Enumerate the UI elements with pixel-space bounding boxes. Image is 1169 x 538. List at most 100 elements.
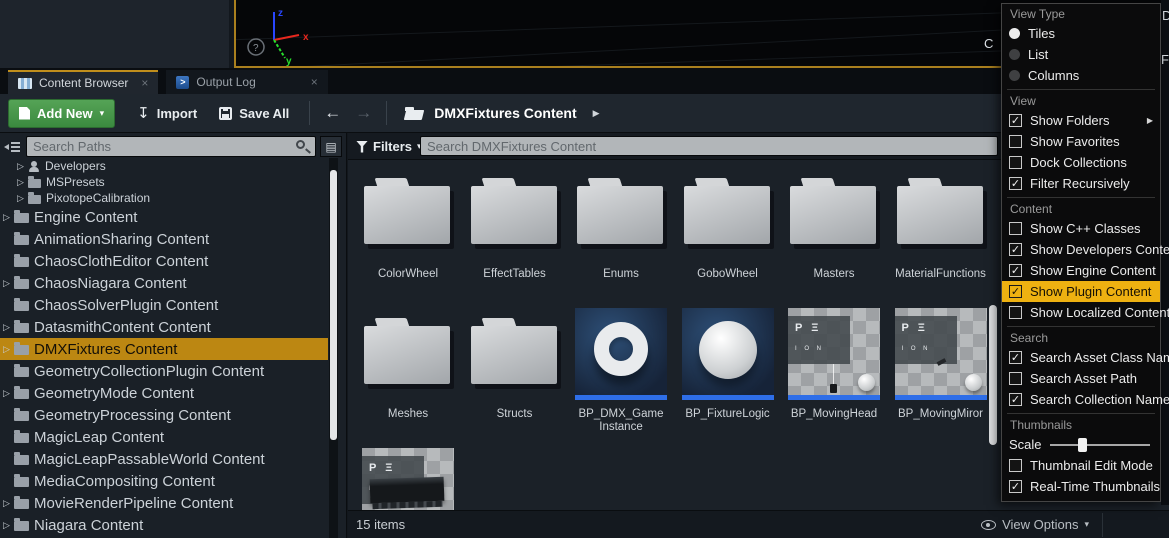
- expand-arrow-icon[interactable]: ▷: [17, 177, 28, 188]
- slider-thumb[interactable]: [1078, 438, 1087, 452]
- tree-item-label: GeometryMode Content: [34, 385, 194, 402]
- tree-item-developers[interactable]: ▷Developers: [0, 158, 328, 174]
- expand-arrow-icon[interactable]: ▷: [3, 278, 14, 289]
- slider-track[interactable]: [1050, 444, 1150, 446]
- tree-item-label: ChaosClothEditor Content: [34, 253, 208, 270]
- folder-icon: [14, 213, 29, 223]
- checkbox-icon[interactable]: [1009, 306, 1022, 319]
- open-folder-icon: [405, 107, 424, 120]
- expand-arrow-icon[interactable]: ▷: [17, 161, 28, 172]
- expand-arrow-icon[interactable]: ▷: [3, 520, 14, 531]
- radio-selected-icon[interactable]: [1009, 28, 1020, 39]
- menu-item-filter-recursively[interactable]: ✓Filter Recursively: [1002, 173, 1160, 194]
- menu-item-show-localized-content[interactable]: Show Localized Content: [1002, 302, 1160, 323]
- checkbox-icon[interactable]: [1009, 156, 1022, 169]
- history-forward-button[interactable]: →: [355, 103, 372, 123]
- tree-item-label: DatasmithContent Content: [34, 319, 211, 336]
- menu-item-dock-collections[interactable]: Dock Collections: [1002, 152, 1160, 173]
- checkbox-checked-icon[interactable]: ✓: [1009, 393, 1022, 406]
- tree-item-mediacompositing-content[interactable]: ▷MediaCompositing Content: [0, 470, 328, 492]
- menu-slider-scale[interactable]: Scale: [1002, 434, 1160, 455]
- import-icon: ↧: [137, 106, 150, 121]
- checkbox-icon[interactable]: [1009, 135, 1022, 148]
- asset-scrollbar-thumb[interactable]: [989, 305, 997, 445]
- tree-item-geometrycollectionplugin-content[interactable]: ▷GeometryCollectionPlugin Content: [0, 360, 328, 382]
- expand-arrow-icon[interactable]: ▷: [3, 322, 14, 333]
- tree-scrollbar[interactable]: [329, 158, 338, 538]
- tree-item-dmxfixtures-content[interactable]: ▷DMXFixtures Content: [0, 338, 328, 360]
- asset-label: MaterialFunctions: [884, 268, 998, 281]
- breadcrumb-arrow-icon[interactable]: ▶: [593, 108, 600, 119]
- expand-arrow-icon[interactable]: ▷: [17, 193, 28, 204]
- expand-arrow-icon[interactable]: ▷: [3, 498, 14, 509]
- search-assets-input[interactable]: [420, 136, 998, 156]
- toolbar-divider: [309, 101, 310, 125]
- menu-item-show-folders[interactable]: ✓Show Folders▶: [1002, 110, 1160, 131]
- close-tab-icon[interactable]: ×: [311, 75, 318, 89]
- radio-icon[interactable]: [1009, 70, 1020, 81]
- menu-item-show-plugin-content[interactable]: ✓Show Plugin Content: [1002, 281, 1160, 302]
- radio-icon[interactable]: [1009, 49, 1020, 60]
- collapse-sources-button[interactable]: [4, 141, 20, 153]
- tree-item-animationsharing-content[interactable]: ▷AnimationSharing Content: [0, 228, 328, 250]
- tree-scrollbar-thumb[interactable]: [330, 170, 337, 440]
- history-back-button[interactable]: ←: [324, 103, 341, 123]
- tree-item-engine-content[interactable]: ▷Engine Content: [0, 206, 328, 228]
- folder-icon: [469, 168, 561, 260]
- add-new-button[interactable]: Add New ▾: [8, 99, 115, 128]
- menu-item-search-asset-class-names[interactable]: ✓Search Asset Class Names: [1002, 347, 1160, 368]
- tab-output-log[interactable]: > Output Log ×: [166, 70, 327, 94]
- save-all-button[interactable]: Save All: [219, 106, 289, 121]
- tree-item-magicleap-content[interactable]: ▷MagicLeap Content: [0, 426, 328, 448]
- checkbox-checked-icon[interactable]: ✓: [1009, 177, 1022, 190]
- checkbox-icon[interactable]: [1009, 459, 1022, 472]
- filters-button[interactable]: Filters ▾: [356, 139, 422, 154]
- expand-arrow-icon[interactable]: ▷: [3, 212, 14, 223]
- menu-item-thumbnail-edit-mode[interactable]: Thumbnail Edit Mode: [1002, 455, 1160, 476]
- checkbox-icon[interactable]: [1009, 222, 1022, 235]
- tree-item-geometrymode-content[interactable]: ▷ GeometryMode Content: [0, 382, 328, 404]
- tree-item-chaosniagara-content[interactable]: ▷ChaosNiagara Content: [0, 272, 328, 294]
- menu-item-search-collection-names[interactable]: ✓Search Collection Names: [1002, 389, 1160, 410]
- tree-item-mspresets[interactable]: ▷MSPresets: [0, 174, 328, 190]
- menu-divider: [1007, 89, 1155, 90]
- menu-item-tiles[interactable]: Tiles: [1002, 23, 1160, 44]
- menu-item-list[interactable]: List: [1002, 44, 1160, 65]
- breadcrumb[interactable]: DMXFixtures Content: [434, 105, 576, 121]
- menu-item-show-c-classes[interactable]: Show C++ Classes: [1002, 218, 1160, 239]
- path-picker-button[interactable]: ▤: [320, 136, 342, 157]
- menu-item-real-time-thumbnails[interactable]: ✓Real-Time Thumbnails: [1002, 476, 1160, 497]
- checkbox-icon[interactable]: [1009, 372, 1022, 385]
- tree-item-datasmithcontent-content[interactable]: ▷ DatasmithContent Content: [0, 316, 328, 338]
- checkbox-checked-icon[interactable]: ✓: [1009, 243, 1022, 256]
- checkbox-checked-icon[interactable]: ✓: [1009, 285, 1022, 298]
- tab-content-browser[interactable]: Content Browser ×: [8, 70, 158, 94]
- menu-item-search-asset-path[interactable]: Search Asset Path: [1002, 368, 1160, 389]
- tree-item-chaossolverplugin-content[interactable]: ▷ChaosSolverPlugin Content: [0, 294, 328, 316]
- close-tab-icon[interactable]: ×: [141, 76, 148, 90]
- checkbox-checked-icon[interactable]: ✓: [1009, 114, 1022, 127]
- import-button[interactable]: ↧ Import: [137, 106, 197, 121]
- tree-item-magicleappassableworld-content[interactable]: ▷MagicLeapPassableWorld Content: [0, 448, 328, 470]
- asset-label: Structs: [458, 408, 572, 421]
- menu-item-label: Show C++ Classes: [1030, 221, 1141, 236]
- expand-arrow-icon[interactable]: ▷: [3, 344, 14, 355]
- asset-thumbnail: [575, 308, 667, 400]
- checkbox-checked-icon[interactable]: ✓: [1009, 480, 1022, 493]
- search-paths-input[interactable]: [26, 136, 316, 157]
- menu-item-show-favorites[interactable]: Show Favorites: [1002, 131, 1160, 152]
- tree-item-geometryprocessing-content[interactable]: ▷GeometryProcessing Content: [0, 404, 328, 426]
- tree-item-chaosclotheditor-content[interactable]: ▷ChaosClothEditor Content: [0, 250, 328, 272]
- checkbox-checked-icon[interactable]: ✓: [1009, 264, 1022, 277]
- menu-item-columns[interactable]: Columns: [1002, 65, 1160, 86]
- blueprint-color-bar: [575, 395, 667, 400]
- tree-item-pixotopecalibration[interactable]: ▷PixotopeCalibration: [0, 190, 328, 206]
- menu-item-show-engine-content[interactable]: ✓Show Engine Content: [1002, 260, 1160, 281]
- asset-label: ColorWheel: [351, 268, 465, 281]
- tree-item-niagara-content[interactable]: ▷Niagara Content: [0, 514, 328, 536]
- view-options-button[interactable]: View Options ▾: [981, 517, 1089, 532]
- menu-item-show-developers-content[interactable]: ✓Show Developers Content: [1002, 239, 1160, 260]
- tree-item-movierenderpipeline-content[interactable]: ▷MovieRenderPipeline Content: [0, 492, 328, 514]
- checkbox-checked-icon[interactable]: ✓: [1009, 351, 1022, 364]
- expand-arrow-icon[interactable]: ▷: [3, 388, 14, 399]
